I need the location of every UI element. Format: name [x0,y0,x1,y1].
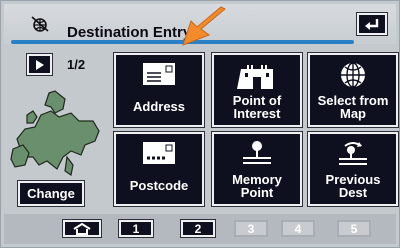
postcode-button[interactable]: Postcode [114,132,204,206]
europe-map-icon [10,90,100,176]
address-button[interactable]: Address [114,53,204,127]
address-icon [143,63,175,85]
back-button[interactable] [357,13,387,35]
back-arrow-icon [365,19,379,30]
globe-icon [31,16,49,32]
address-label: Address [132,99,186,114]
previous-dest-label: Previous Dest [325,172,381,200]
memory-point-button[interactable]: Memory Point [212,132,302,206]
memory-point-icon [243,141,271,164]
globe-icon [341,62,365,88]
select-from-map-button[interactable]: Select from Map [308,53,398,127]
memory-point-label: Memory Point [232,172,282,200]
page-indicator: 1/2 [67,57,86,72]
point-of-interest-label: Point of Interest [232,93,282,121]
home-icon [73,222,91,235]
postcode-icon [143,142,175,164]
page-2-button[interactable]: 2 [181,220,215,237]
highlight-arrow-icon [182,6,226,46]
previous-dest-icon [339,142,367,165]
play-icon [36,60,44,70]
page-3-button[interactable]: 3 [234,220,268,237]
change-button[interactable]: Change [18,181,84,206]
page-next-button[interactable] [27,54,52,75]
page-title: Destination Entry [67,24,192,41]
page-1-button[interactable]: 1 [119,220,153,237]
postcode-label: Postcode [129,178,189,193]
navigation-screen: Destination Entry 1/2 Change Address Poi… [0,0,400,248]
previous-dest-button[interactable]: Previous Dest [308,132,398,206]
page-4-button[interactable]: 4 [281,220,315,237]
select-from-map-label: Select from Map [317,93,389,121]
page-5-button[interactable]: 5 [337,220,371,237]
point-of-interest-button[interactable]: Point of Interest [212,53,302,127]
home-button[interactable] [63,220,101,237]
castle-icon [237,65,273,89]
